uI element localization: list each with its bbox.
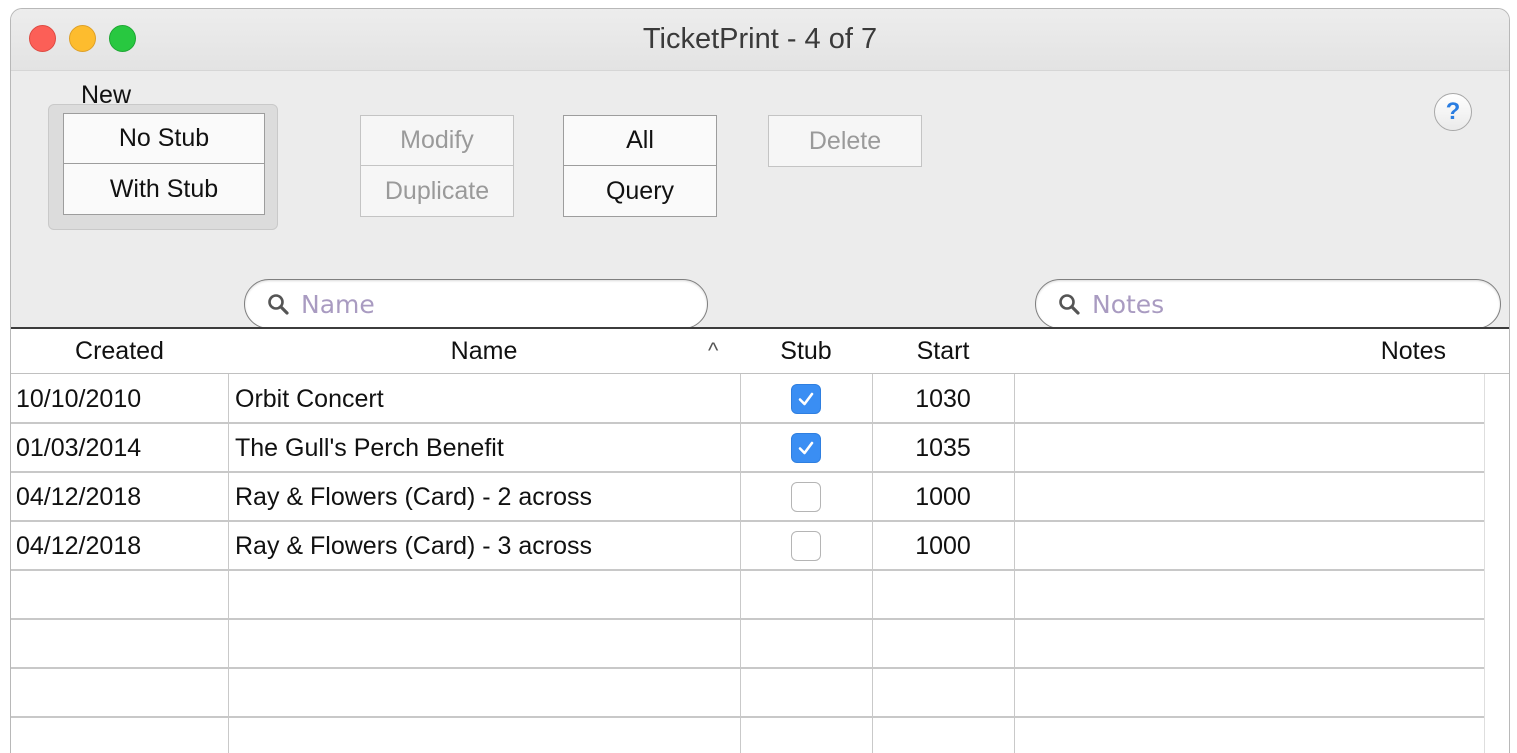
- table-row[interactable]: 01/03/2014 The Gull's Perch Benefit 1035: [11, 424, 1484, 473]
- empty-table-row[interactable]: [11, 620, 1484, 669]
- new-no-stub-button[interactable]: No Stub: [63, 113, 265, 164]
- table-header: Created Name ^ Stub Start Notes: [11, 329, 1509, 374]
- modify-button[interactable]: Modify: [360, 115, 514, 166]
- toolbar: New No Stub With Stub Modify Duplicate A…: [11, 71, 1509, 337]
- created-cell: 01/03/2014: [16, 433, 142, 462]
- stub-cell: [740, 375, 872, 423]
- table-row[interactable]: 04/12/2018 Ray & Flowers (Card) - 3 acros…: [11, 522, 1484, 571]
- app-window: TicketPrint - 4 of 7 New No Stub With St…: [10, 8, 1510, 753]
- table-row[interactable]: 04/12/2018 Ray & Flowers (Card) - 2 acros…: [11, 473, 1484, 522]
- notes-cell: [1014, 473, 1484, 521]
- start-cell: 1030: [915, 384, 971, 413]
- vertical-scroll-area[interactable]: [1484, 374, 1509, 753]
- notes-cell: [1014, 424, 1484, 472]
- delete-button[interactable]: Delete: [768, 115, 922, 167]
- created-cell: 04/12/2018: [16, 482, 142, 511]
- start-cell: 1000: [915, 482, 971, 511]
- stub-cell: [740, 424, 872, 472]
- notes-search-field[interactable]: [1035, 279, 1501, 329]
- duplicate-button[interactable]: Duplicate: [360, 165, 514, 217]
- start-cell: 1000: [915, 531, 971, 560]
- stub-cell: [740, 473, 872, 521]
- empty-table-row[interactable]: [11, 571, 1484, 620]
- name-cell: Ray & Flowers (Card) - 2 across: [235, 482, 593, 511]
- created-cell: 10/10/2010: [16, 384, 142, 413]
- help-label: ?: [1445, 98, 1461, 125]
- query-button[interactable]: Query: [563, 165, 717, 217]
- stub-cell: [740, 522, 872, 570]
- checkmark-icon: [798, 392, 814, 406]
- records-table[interactable]: Created Name ^ Stub Start Notes 10/10/20…: [11, 327, 1509, 753]
- notes-cell: [1014, 375, 1484, 423]
- notes-cell: [1014, 522, 1484, 570]
- column-header-start[interactable]: Start: [872, 329, 1014, 374]
- new-with-stub-button[interactable]: With Stub: [63, 163, 265, 215]
- name-search-field[interactable]: [244, 279, 708, 329]
- stub-checkbox[interactable]: [791, 482, 821, 512]
- column-header-stub[interactable]: Stub: [740, 329, 872, 374]
- help-icon[interactable]: ?: [1434, 93, 1472, 131]
- search-icon: [1059, 294, 1080, 315]
- name-cell: Ray & Flowers (Card) - 3 across: [235, 531, 593, 560]
- name-cell: Orbit Concert: [235, 384, 384, 413]
- stub-checkbox[interactable]: [791, 531, 821, 561]
- notes-search-input[interactable]: [1090, 288, 1500, 320]
- title-bar[interactable]: TicketPrint - 4 of 7: [11, 9, 1509, 71]
- column-header-notes[interactable]: Notes: [1014, 329, 1509, 374]
- empty-table-row[interactable]: [11, 669, 1484, 718]
- sort-ascending-icon: ^: [708, 338, 719, 363]
- search-icon: [268, 294, 289, 315]
- name-cell: The Gull's Perch Benefit: [235, 433, 504, 462]
- name-search-input[interactable]: [299, 288, 707, 320]
- table-row[interactable]: 10/10/2010 Orbit Concert 1030: [11, 375, 1484, 424]
- stub-checkbox[interactable]: [791, 433, 821, 463]
- checkmark-icon: [798, 441, 814, 455]
- window-title: TicketPrint - 4 of 7: [642, 23, 878, 55]
- all-button[interactable]: All: [563, 115, 717, 166]
- created-cell: 04/12/2018: [16, 531, 142, 560]
- new-button-group: No Stub With Stub: [48, 104, 278, 230]
- column-header-created[interactable]: Created: [11, 329, 228, 374]
- empty-table-row[interactable]: [11, 718, 1484, 753]
- stub-checkbox[interactable]: [791, 384, 821, 414]
- start-cell: 1035: [915, 433, 971, 462]
- column-header-name[interactable]: Name: [228, 329, 740, 374]
